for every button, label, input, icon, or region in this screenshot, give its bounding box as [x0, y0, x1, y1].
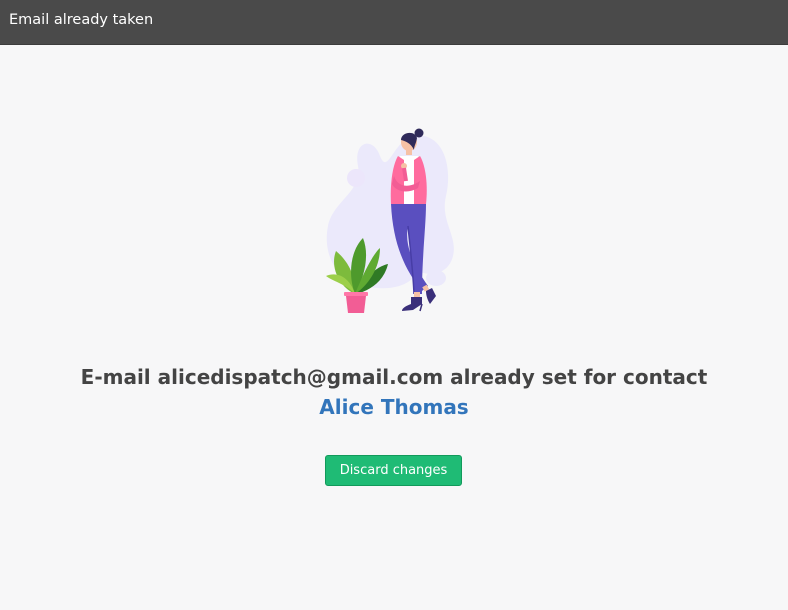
woman-with-plant-illustration: [318, 126, 468, 321]
email-taken-message: E-mail alicedispatch@gmail.com already s…: [60, 362, 728, 422]
message-text: E-mail alicedispatch@gmail.com already s…: [80, 365, 708, 389]
main-content: E-mail alicedispatch@gmail.com already s…: [0, 46, 788, 610]
window-title: Email already taken: [9, 12, 154, 28]
contact-link[interactable]: Alice Thomas: [319, 395, 468, 419]
discard-changes-button[interactable]: Discard changes: [325, 455, 462, 486]
title-bar: Email already taken: [0, 0, 788, 45]
